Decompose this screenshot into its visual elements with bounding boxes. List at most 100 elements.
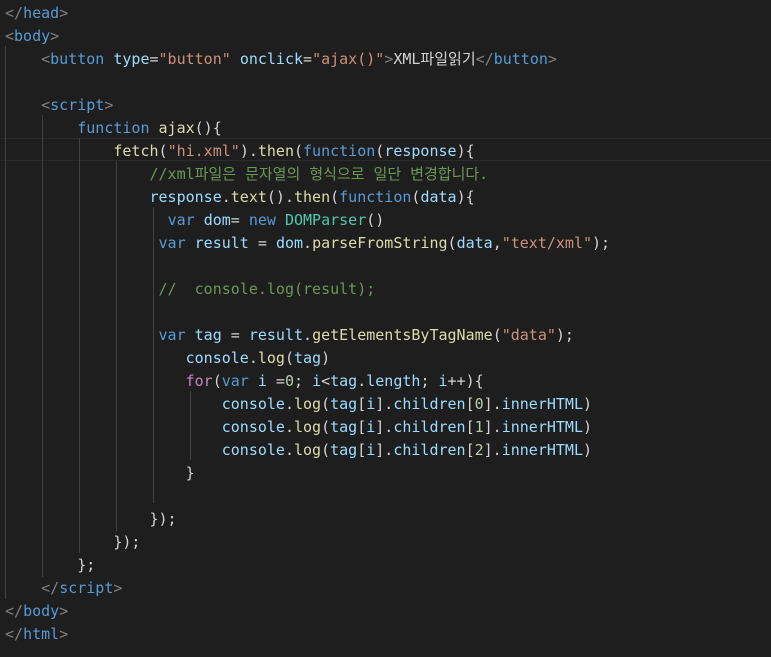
code-token: type	[113, 50, 150, 68]
code-token: >	[384, 50, 394, 68]
code-token: log	[294, 418, 322, 436]
code-token: var	[167, 211, 195, 229]
code-token: <	[41, 96, 51, 114]
code-token: });	[149, 510, 177, 528]
code-token: .	[284, 441, 294, 459]
code-line[interactable]: //xml파일은 문자열의 형식으로 일단 변경합니다.	[5, 163, 489, 186]
code-token: head	[23, 4, 60, 22]
code-token: 0	[474, 395, 484, 413]
code-line[interactable]: });	[5, 508, 177, 531]
code-token: <	[5, 27, 15, 45]
code-line[interactable]: </html>	[5, 623, 68, 646]
code-line[interactable]: response.text().then(function(data){	[5, 186, 475, 209]
code-token: onclick	[239, 50, 304, 68]
code-editor[interactable]: </head> <body> <button type="button" oncl…	[0, 0, 771, 657]
code-token: ()	[366, 211, 385, 229]
code-token: (){	[194, 119, 222, 137]
code-token: response	[384, 142, 457, 160]
code-token: 1	[474, 418, 484, 436]
code-line[interactable]: };	[5, 554, 95, 577]
code-line[interactable]: <button type="button" onclick="ajax()">X…	[5, 48, 557, 71]
code-line[interactable]: </script>	[5, 577, 122, 600]
code-token: i	[312, 372, 322, 390]
code-token: getElementsByTagName	[312, 326, 493, 344]
code-token: children	[393, 441, 466, 459]
code-token: result	[248, 326, 304, 344]
code-token: ].	[375, 418, 394, 436]
code-token: fetch	[113, 142, 159, 160]
code-token: new	[248, 211, 276, 229]
code-token: i	[257, 372, 267, 390]
code-line[interactable]: <body>	[5, 25, 59, 48]
code-token: .	[284, 418, 294, 436]
code-token: [	[357, 395, 367, 413]
code-token: children	[393, 418, 466, 436]
code-line[interactable]: for(var i =0; i<tag.length; i++){	[5, 370, 484, 393]
code-token: XML파일읽기	[393, 50, 476, 68]
code-line[interactable]: </head>	[5, 2, 68, 25]
code-line[interactable]: fetch("hi.xml").then(function(response){	[5, 140, 474, 163]
code-line[interactable]: console.log(tag[i].children[0].innerHTML…	[5, 393, 592, 416]
code-line[interactable]: console.log(tag)	[5, 347, 331, 370]
code-token: for	[185, 372, 213, 390]
code-line[interactable]: var tag = result.getElementsByTagName("d…	[5, 324, 574, 347]
code-line[interactable]: </body>	[5, 600, 68, 623]
code-token: result	[194, 234, 249, 252]
code-line[interactable]: console.log(tag[i].children[1].innerHTML…	[5, 416, 592, 439]
code-token: function	[339, 188, 412, 206]
code-line[interactable]: var dom= new DOMParser()	[5, 209, 385, 232]
code-token: ].	[375, 441, 394, 459]
code-line[interactable]: <script>	[5, 94, 113, 117]
code-token: </	[5, 4, 24, 22]
code-token: 2	[474, 441, 484, 459]
code-token: );	[592, 234, 611, 252]
code-token: );	[555, 326, 574, 344]
code-token: )	[583, 441, 593, 459]
code-line[interactable]: // console.log(result);	[5, 278, 376, 301]
code-token: tag	[194, 326, 222, 344]
code-line[interactable]: });	[5, 531, 140, 554]
code-line[interactable]: console.log(tag[i].children[2].innerHTML…	[5, 439, 592, 462]
code-token: length	[366, 372, 421, 390]
code-line[interactable]: }	[5, 462, 195, 485]
code-token: [	[357, 441, 367, 459]
code-token: children	[393, 395, 466, 413]
code-token: // console.log(result);	[158, 280, 376, 298]
code-token: (	[447, 234, 457, 252]
code-token: </	[5, 602, 24, 620]
code-token: >	[547, 50, 557, 68]
code-token: =	[230, 211, 249, 229]
code-token: tag	[330, 372, 358, 390]
code-token: (	[321, 441, 331, 459]
code-token: ].	[375, 395, 394, 413]
code-token: .	[357, 372, 367, 390]
code-token: >	[104, 96, 114, 114]
code-token: ].	[483, 418, 502, 436]
code-line[interactable]: var result = dom.parseFromString(data,"t…	[5, 232, 611, 255]
code-token: <	[321, 372, 331, 390]
code-token: [	[357, 418, 367, 436]
code-token: (	[321, 418, 331, 436]
code-line[interactable]: function ajax(){	[5, 117, 222, 140]
code-token: ).	[239, 142, 258, 160]
code-token: =	[221, 326, 249, 344]
code-token: innerHTML	[501, 441, 583, 459]
code-token: "text/xml"	[501, 234, 593, 252]
